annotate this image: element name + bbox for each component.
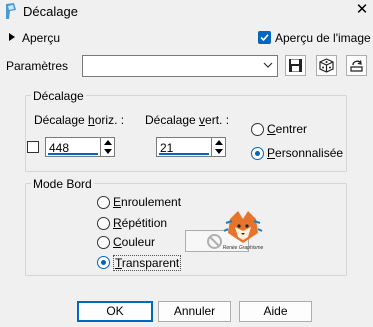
ok-button[interactable]: OK: [77, 301, 153, 322]
reset-icon: [350, 60, 363, 72]
custom-radio[interactable]: [251, 147, 264, 160]
spin-up-icon: [104, 140, 112, 145]
center-radio-label[interactable]: Centrer: [267, 122, 307, 136]
spin-down-icon: [215, 149, 223, 154]
dice-icon: [319, 58, 334, 73]
checkmark-icon: [260, 34, 269, 42]
repeat-radio[interactable]: [97, 217, 110, 230]
horizontal-offset-label: Décalage horiz. :: [34, 113, 125, 127]
wrap-radio[interactable]: [97, 196, 110, 209]
color-radio-label[interactable]: Couleur: [113, 235, 155, 249]
horizontal-offset-arrows[interactable]: [100, 138, 114, 156]
spin-up-icon: [215, 140, 223, 145]
random-preset-button[interactable]: [316, 55, 337, 76]
repeat-radio-label[interactable]: Répétition: [113, 216, 167, 230]
wrap-radio-label[interactable]: Enroulement: [113, 195, 181, 209]
edge-mode-legend: Mode Bord: [31, 177, 94, 191]
expand-preview-icon[interactable]: [9, 33, 15, 41]
preview-label[interactable]: Aperçu: [22, 31, 60, 45]
cancel-button[interactable]: Annuler: [158, 301, 231, 322]
presets-label: Paramètres: [6, 59, 69, 73]
window-title: Décalage: [23, 4, 78, 19]
save-preset-button[interactable]: [285, 55, 306, 76]
vertical-offset-underline: [159, 153, 209, 155]
center-radio[interactable]: [251, 123, 264, 136]
color-radio[interactable]: [97, 236, 110, 249]
horizontal-offset-spinner[interactable]: 448: [45, 137, 115, 157]
watermark-logo: Renée Graphisme: [218, 207, 268, 257]
custom-radio-label[interactable]: Personnalisée: [267, 146, 343, 160]
horizontal-offset-underline: [48, 153, 98, 155]
reset-preset-button[interactable]: [346, 55, 367, 76]
vertical-offset-label: Décalage vert. :: [145, 113, 230, 127]
vertical-offset-spinner[interactable]: 21: [156, 137, 226, 157]
watermark-text: Renée Graphisme: [222, 245, 264, 251]
preview-image-label[interactable]: Aperçu de l'image: [275, 31, 371, 45]
close-icon[interactable]: ✕: [353, 1, 371, 19]
vertical-offset-arrows[interactable]: [211, 138, 225, 156]
floppy-disk-icon: [289, 59, 302, 72]
transparent-radio-label[interactable]: Transparent: [113, 255, 182, 271]
transparent-radio[interactable]: [97, 256, 110, 269]
help-button[interactable]: Aide: [239, 301, 312, 322]
preview-checkbox[interactable]: [258, 31, 271, 44]
spin-down-icon: [104, 149, 112, 154]
presets-combo[interactable]: [82, 55, 278, 77]
chevron-down-icon: [263, 62, 273, 68]
app-icon: [5, 2, 17, 20]
link-checkbox[interactable]: [27, 141, 39, 153]
offset-group-legend: Décalage: [31, 89, 86, 103]
